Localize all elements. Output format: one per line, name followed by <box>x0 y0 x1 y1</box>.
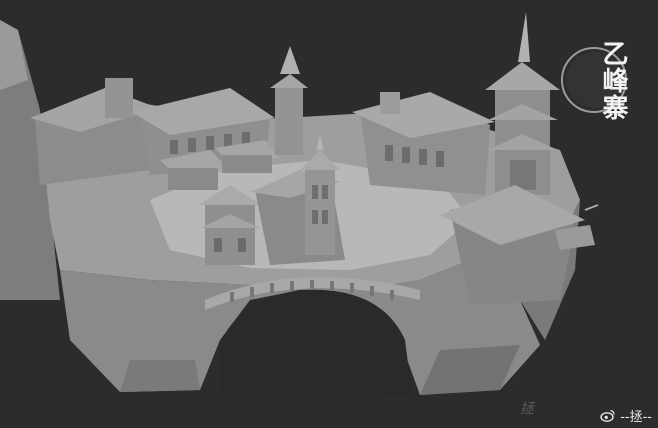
render-viewport: 乙峰寨 拯 --拯-- <box>0 0 658 428</box>
pavilion-left <box>168 168 218 190</box>
front-house <box>205 200 255 265</box>
artist-signature: 拯 <box>520 401 540 417</box>
right-hall-gatehouse <box>380 92 400 114</box>
front-left-shadow <box>120 360 200 392</box>
weibo-watermark: --拯-- <box>600 406 652 425</box>
weibo-icon <box>600 409 615 422</box>
watermark-handle: --拯-- <box>620 409 652 425</box>
title-seal: 乙峰寨 <box>560 30 628 130</box>
front-tower <box>305 165 335 255</box>
left-hall-tower <box>105 78 133 118</box>
top-tower <box>275 85 303 155</box>
pavilion-mid <box>222 155 272 173</box>
seal-calligraphy: 乙峰寨 <box>598 39 628 121</box>
